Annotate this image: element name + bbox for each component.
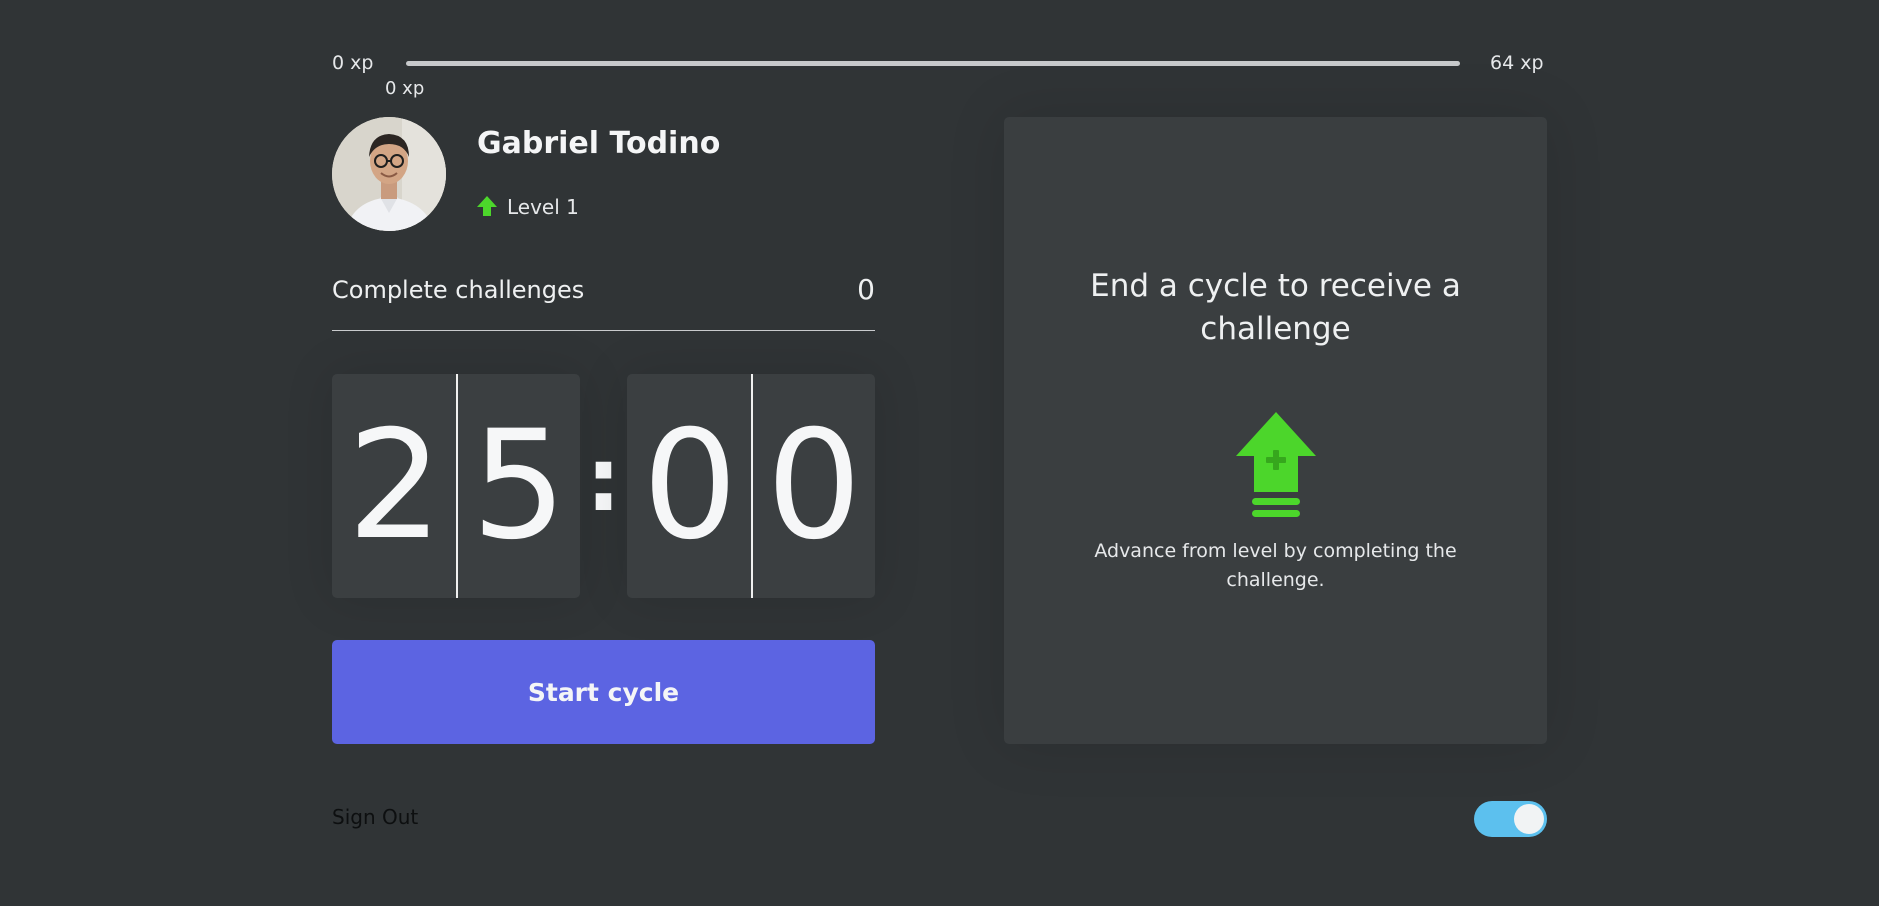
xp-min-label: 0 xp bbox=[332, 52, 374, 74]
xp-max-label: 64 xp bbox=[1490, 52, 1544, 74]
level-up-arrow-icon bbox=[1236, 412, 1316, 517]
time-separator: : bbox=[585, 428, 622, 531]
level-up-arrow-icon bbox=[477, 196, 497, 216]
avatar-photo bbox=[332, 117, 446, 231]
minute-left-digit: 2 bbox=[347, 399, 442, 573]
second-left-digit: 0 bbox=[642, 399, 737, 573]
level-label: Level 1 bbox=[507, 195, 579, 219]
completed-challenges-count: 0 bbox=[857, 273, 875, 306]
sign-out-link[interactable]: Sign Out bbox=[332, 805, 418, 829]
challenge-card-description: Advance from level by completing the cha… bbox=[1094, 540, 1457, 591]
seconds-divider bbox=[751, 374, 753, 598]
avatar bbox=[332, 117, 446, 231]
minute-right-digit: 5 bbox=[471, 399, 566, 573]
minutes-divider bbox=[456, 374, 458, 598]
toggle-knob bbox=[1514, 804, 1544, 834]
minutes-box: 2 5 bbox=[332, 374, 580, 598]
challenge-card-title: End a cycle to receive a challenge bbox=[1090, 268, 1461, 347]
xp-current-label: 0 xp bbox=[385, 78, 425, 99]
user-name: Gabriel Todino bbox=[477, 126, 721, 161]
second-right-digit: 0 bbox=[766, 399, 861, 573]
seconds-box: 0 0 bbox=[627, 374, 875, 598]
theme-toggle[interactable] bbox=[1474, 801, 1547, 837]
app-page: 0 xp 64 xp 0 xp Gabriel Todino Level 1 C… bbox=[0, 0, 1879, 906]
level-indicator: Level 1 bbox=[477, 195, 579, 219]
start-cycle-button[interactable]: Start cycle bbox=[332, 640, 875, 744]
experience-bar bbox=[406, 61, 1460, 66]
challenge-card: End a cycle to receive a challenge Advan… bbox=[1004, 117, 1547, 744]
completed-challenges-label: Complete challenges bbox=[332, 276, 585, 304]
countdown-timer: 2 5 : 0 0 bbox=[332, 374, 875, 598]
completed-challenges: Complete challenges 0 bbox=[332, 272, 875, 331]
